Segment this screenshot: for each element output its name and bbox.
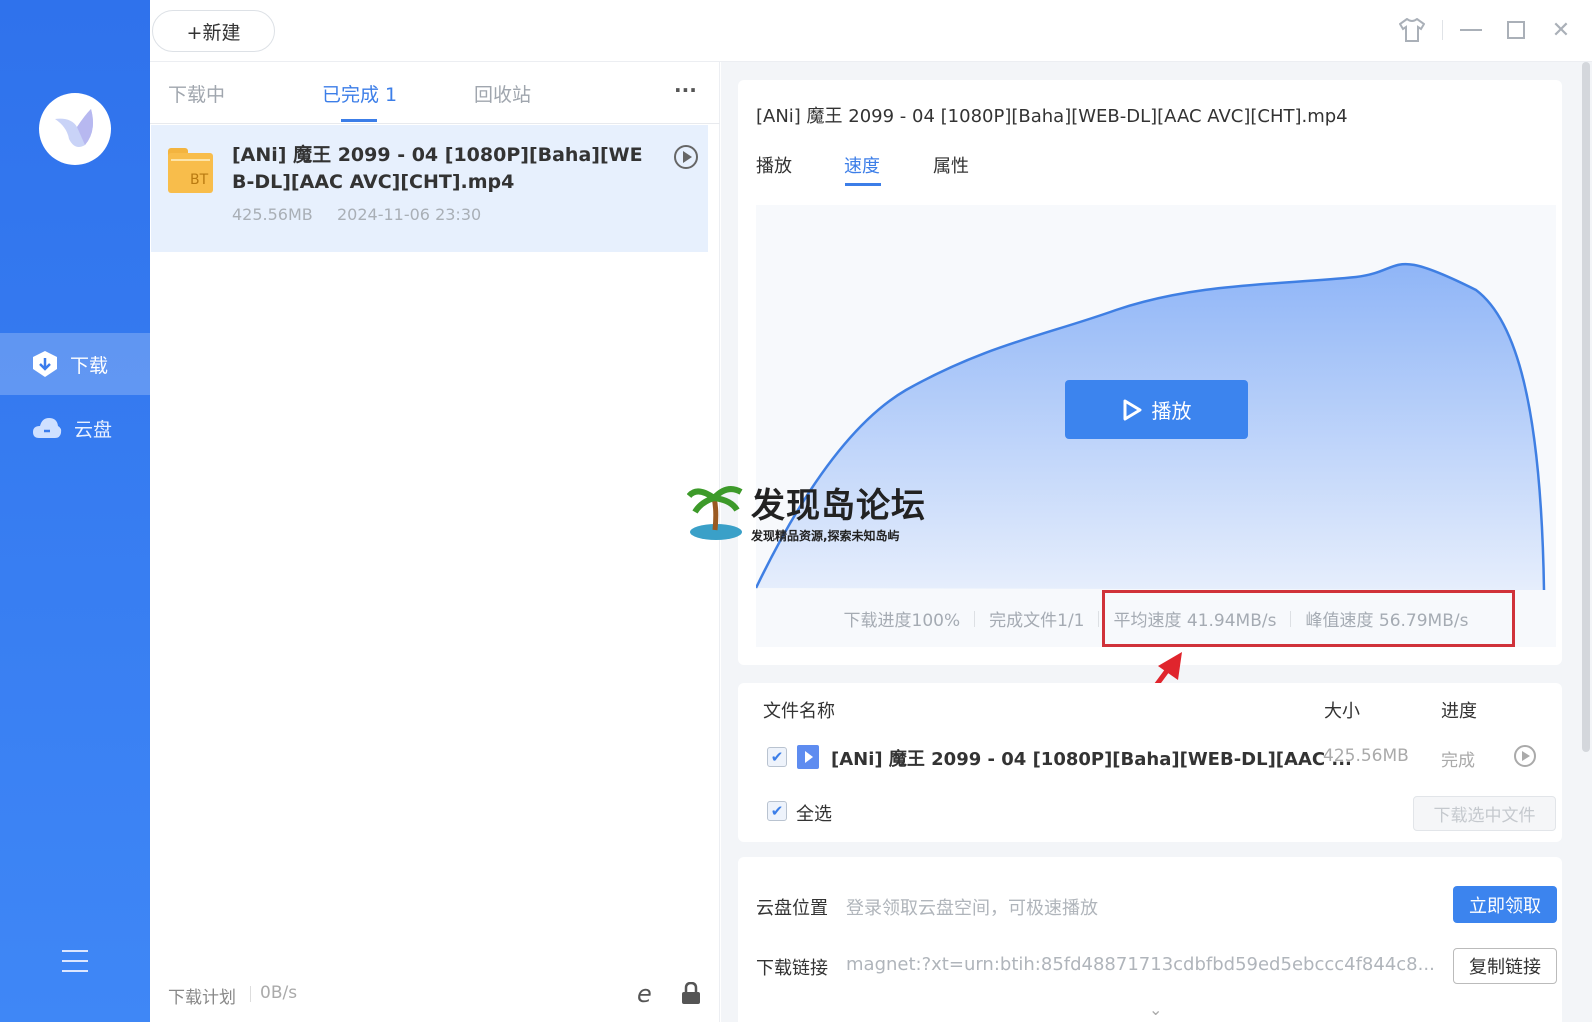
- divider: [150, 123, 720, 124]
- stat-files: 完成文件1/1: [989, 611, 1085, 631]
- cloud-location-label: 云盘位置: [756, 898, 828, 919]
- item-name: [ANi] 魔王 2099 - 04 [1080P][Baha][WEB-DL]…: [232, 144, 643, 193]
- play-icon: [1123, 399, 1141, 420]
- sidebar-item-download[interactable]: 下载: [0, 333, 150, 395]
- top-bar: [150, 0, 1592, 62]
- sidebar-item-label: 下载: [70, 354, 109, 377]
- claim-now-button[interactable]: 立即领取: [1453, 886, 1557, 923]
- palm-island-logo: [687, 486, 743, 540]
- active-tab-indicator: [341, 119, 377, 122]
- bird-logo-icon: [55, 109, 93, 147]
- watermark: 发现岛论坛 发现精品资源,探索未知岛屿: [687, 478, 926, 544]
- maximize-icon[interactable]: [1502, 16, 1530, 44]
- download-shield-icon: [33, 351, 57, 377]
- close-icon[interactable]: ✕: [1547, 16, 1575, 44]
- copy-link-button[interactable]: 复制链接: [1453, 948, 1557, 984]
- tab-downloading[interactable]: 下载中: [168, 80, 225, 107]
- download-link-label: 下载链接: [756, 958, 828, 979]
- expand-chevron-icon[interactable]: ⌄: [1149, 1000, 1162, 1019]
- browser-e-icon[interactable]: e: [637, 980, 652, 1008]
- sidebar: 下载 云盘: [0, 0, 150, 1022]
- more-icon[interactable]: ···: [674, 78, 697, 102]
- header-file-name: 文件名称: [763, 701, 835, 722]
- file-status: 完成: [1441, 751, 1475, 771]
- play-button[interactable]: 播放: [1065, 380, 1248, 439]
- stat-progress: 下载进度100%: [843, 611, 961, 631]
- app-logo: [39, 93, 111, 165]
- sidebar-item-label: 云盘: [74, 418, 113, 441]
- file-size: 425.56MB: [1323, 746, 1409, 766]
- skin-icon[interactable]: [1398, 16, 1426, 44]
- total-speed: 0B/s: [260, 983, 298, 1003]
- sidebar-item-cloud[interactable]: 云盘: [0, 397, 150, 459]
- file-checkbox[interactable]: ✔: [767, 747, 787, 767]
- tab-recycle-bin[interactable]: 回收站: [474, 80, 531, 107]
- video-file-icon: [797, 745, 819, 769]
- download-plan-link[interactable]: 下载计划: [168, 983, 236, 1008]
- cloud-icon: [33, 418, 62, 438]
- play-circle-icon[interactable]: [674, 145, 698, 169]
- detail-title: [ANi] 魔王 2099 - 04 [1080P][Baha][WEB-DL]…: [756, 106, 1348, 127]
- scrollbar[interactable]: [1582, 62, 1590, 752]
- play-label: 播放: [1151, 399, 1192, 423]
- magnet-link: magnet:?xt=urn:btih:85fd48871713cdbfbd59…: [846, 954, 1435, 975]
- cloud-location-hint: 登录领取云盘空间，可极速播放: [846, 898, 1098, 919]
- file-play-icon[interactable]: [1514, 745, 1536, 767]
- tab-speed[interactable]: 速度: [844, 152, 880, 178]
- header-size: 大小: [1324, 701, 1360, 722]
- bt-folder-icon: BT: [168, 148, 213, 193]
- tab-properties[interactable]: 属性: [933, 152, 969, 178]
- highlight-box: [1102, 590, 1515, 647]
- tab-completed[interactable]: 已完成 1: [322, 80, 397, 107]
- active-tab-indicator: [845, 183, 881, 186]
- download-selected-button[interactable]: 下载选中文件: [1413, 796, 1556, 831]
- watermark-title: 发现岛论坛: [751, 486, 926, 526]
- hamburger-icon[interactable]: [62, 950, 88, 972]
- lock-icon[interactable]: [681, 981, 701, 1008]
- new-task-button[interactable]: +新建: [152, 10, 275, 52]
- list-item[interactable]: BT [ANi] 魔王 2099 - 04 [1080P][Baha][WEB-…: [151, 125, 708, 252]
- item-size: 425.56MB: [232, 205, 313, 224]
- header-progress: 进度: [1441, 701, 1477, 722]
- select-all-checkbox[interactable]: ✔: [767, 801, 787, 821]
- watermark-subtitle: 发现精品资源,探索未知岛屿: [751, 529, 900, 543]
- file-name: [ANi] 魔王 2099 - 04 [1080P][Baha][WEB-DL]…: [831, 749, 1352, 770]
- tab-play[interactable]: 播放: [756, 152, 792, 178]
- minimize-icon[interactable]: [1457, 16, 1485, 44]
- item-date: 2024-11-06 23:30: [337, 205, 482, 224]
- select-all-label[interactable]: 全选: [796, 800, 832, 826]
